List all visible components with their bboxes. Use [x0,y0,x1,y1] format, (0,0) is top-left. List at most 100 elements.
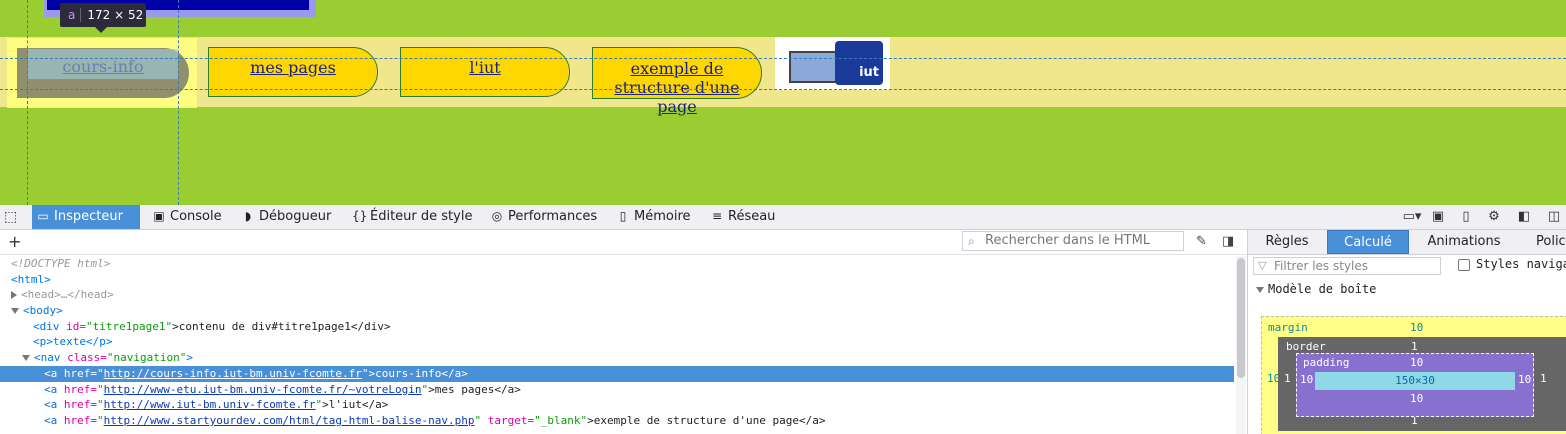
network-icon: ≡ [711,209,723,223]
html-markup-panel: + ⌕ Rechercher dans le HTML ✎ ◨ <!DOCTYPE… [0,230,1248,434]
padding-top-value[interactable]: 10 [1410,356,1423,369]
href-link[interactable]: http://www-etu.iut-bm.univ-fcomte.fr/~vo… [104,383,422,396]
node-text: <body> [23,304,63,318]
box-model-border: border 1 1 1 1 padding 10 10 10 10 150×3… [1278,337,1566,431]
tab-label: Performances [508,209,598,224]
page-viewport: cours-info mes pages l'iut exemple de st… [0,0,1566,205]
collapse-arrow-icon[interactable] [22,355,30,362]
settings-gear-icon[interactable]: ⚙ [1486,209,1502,225]
laptop-image [789,51,837,83]
box-model-content[interactable]: 150×30 [1315,372,1515,390]
node-text: <!DOCTYPE html> [11,257,111,270]
tab-calcule[interactable]: Calculé [1327,230,1409,254]
tab-performances[interactable]: ◎ Performances [486,205,604,229]
element-picker-icon[interactable]: ⬚ [4,209,20,225]
border-top-value[interactable]: 1 [1411,340,1418,353]
responsive-design-icon[interactable]: ▯ [1458,209,1474,225]
doctype-node[interactable]: <!DOCTYPE html> [0,256,1234,272]
tab-label: Réseau [728,209,776,224]
expand-arrow-icon[interactable] [11,291,17,300]
tab-label: Console [170,209,222,224]
tab-label: Mémoire [634,209,691,224]
nav-node[interactable]: <nav class="navigation"> [0,350,1234,366]
tab-polices[interactable]: Polices [1518,230,1566,254]
markup-scrollbar[interactable] [1236,256,1246,434]
browser-styles-checkbox[interactable] [1458,259,1470,271]
padding-right-value[interactable]: 10 [1518,373,1531,386]
border-label: border [1286,340,1326,353]
collapse-arrow-icon[interactable] [1256,286,1264,293]
console-icon: ▣ [153,209,165,223]
node-text: <a [44,413,58,427]
memory-icon: ▯ [619,209,627,223]
markup-toolbar: + ⌕ Rechercher dans le HTML ✎ ◨ [0,230,1247,255]
style-editor-icon: {} [352,209,368,223]
debugger-icon: ◗ [244,209,252,223]
border-right-value[interactable]: 1 [1540,372,1547,385]
performance-icon: ◎ [491,209,503,223]
attr-name: href= [63,382,97,396]
tab-debogueur[interactable]: ◗ Débogueur [237,205,337,229]
node-text: >l'iut</a> [322,398,389,412]
devtools-toolbar: ⬚ ▭ Inspecteur ▣ Console ◗ Débogueur {} Édit… [0,205,1566,230]
quote: " [97,398,104,412]
a-node[interactable]: <a href="http://www.startyourdev.com/htm… [0,413,1234,429]
href-link[interactable]: http://www.startyourdev.com/html/tag-htm… [104,414,475,427]
eyedropper-icon[interactable]: ✎ [1196,234,1207,249]
node-text: > [186,351,193,365]
body-node[interactable]: <body> [0,303,1234,319]
tab-reseau[interactable]: ≡ Réseau [706,205,786,229]
search-html-input[interactable]: ⌕ Rechercher dans le HTML [962,231,1184,251]
tab-animations[interactable]: Animations [1416,230,1512,254]
node-text: <a [44,366,58,380]
tab-console[interactable]: ▣ Console [148,205,228,229]
attr-name: target= [487,413,535,427]
split-console-icon[interactable]: ▣ [1430,209,1446,225]
a-node[interactable]: <a href="http://www-etu.iut-bm.univ-fcom… [0,382,1234,398]
node-text: </head> [67,288,114,302]
tab-memoire[interactable]: ▯ Mémoire [612,205,698,229]
add-node-icon[interactable]: + [8,232,21,251]
guide-line-vertical [178,0,179,205]
box-model-title: Modèle de boîte [1268,282,1377,296]
tab-regles[interactable]: Règles [1248,230,1326,254]
node-text: >contenu de div#titre1page1</div> [172,319,391,333]
undock-icon[interactable]: ◫ [1546,209,1562,225]
padding-bottom-value[interactable]: 10 [1410,392,1423,405]
nav-link-cours-info[interactable]: cours-info [17,57,189,76]
node-text: <head> [21,288,61,302]
search-icon: ⌕ [968,234,975,248]
scrollbar-thumb[interactable] [1237,258,1245,378]
tooltip-dimensions: 172 × 52 [87,8,144,22]
responsive-layout-icon[interactable]: ▭▾ [1400,209,1424,225]
tooltip-tag: a [60,8,82,22]
div-node[interactable]: <div id="titre1page1">contenu de div#tit… [0,319,1234,335]
box-model-header[interactable]: Modèle de boîte [1256,282,1376,296]
browser-styles-label: Styles navigateur [1476,257,1566,271]
search-placeholder: Rechercher dans le HTML [985,233,1151,248]
href-link[interactable]: http://www.iut-bm.univ-fcomte.fr [104,398,316,411]
box-model-margin: margin 10 10 10 border 1 1 1 1 padding 1… [1261,316,1566,434]
p-node[interactable]: <p>texte</p> [0,334,1234,350]
side-tabs: Règles Calculé Animations Polices [1248,230,1566,255]
a-node[interactable]: <a href="http://www.iut-bm.univ-fcomte.f… [0,397,1234,413]
guide-line-horizontal [0,58,1566,59]
padding-label: padding [1303,356,1350,369]
margin-top-value[interactable]: 10 [1410,321,1423,334]
html-node[interactable]: <html> [0,272,1234,288]
tab-editeur-de-style[interactable]: {} Éditeur de style [348,205,476,229]
filter-styles-input[interactable]: ▽ Filtrer les styles [1253,257,1441,275]
attr-name: href= [63,366,97,380]
collapse-arrow-icon[interactable] [11,308,19,315]
a-node-selected[interactable]: <a href="http://cours-info.iut-bm.univ-f… [0,365,1234,382]
border-left-value[interactable]: 1 [1284,372,1291,385]
href-link[interactable]: http://cours-info.iut-bm.univ-fcomte.fr [104,367,362,380]
toggle-sidebar-icon[interactable]: ◨ [1222,234,1234,249]
dock-side-icon[interactable]: ◧ [1516,209,1532,225]
nav-link-structure-example[interactable]: exemple de structure d'une page [592,47,762,116]
attr-name: href= [63,398,97,412]
head-node[interactable]: <head>…</head> [0,287,1234,303]
tab-inspecteur[interactable]: ▭ Inspecteur [32,205,140,229]
padding-left-value[interactable]: 10 [1300,373,1313,386]
node-text: >exemple de structure d'une page</a> [587,413,826,427]
